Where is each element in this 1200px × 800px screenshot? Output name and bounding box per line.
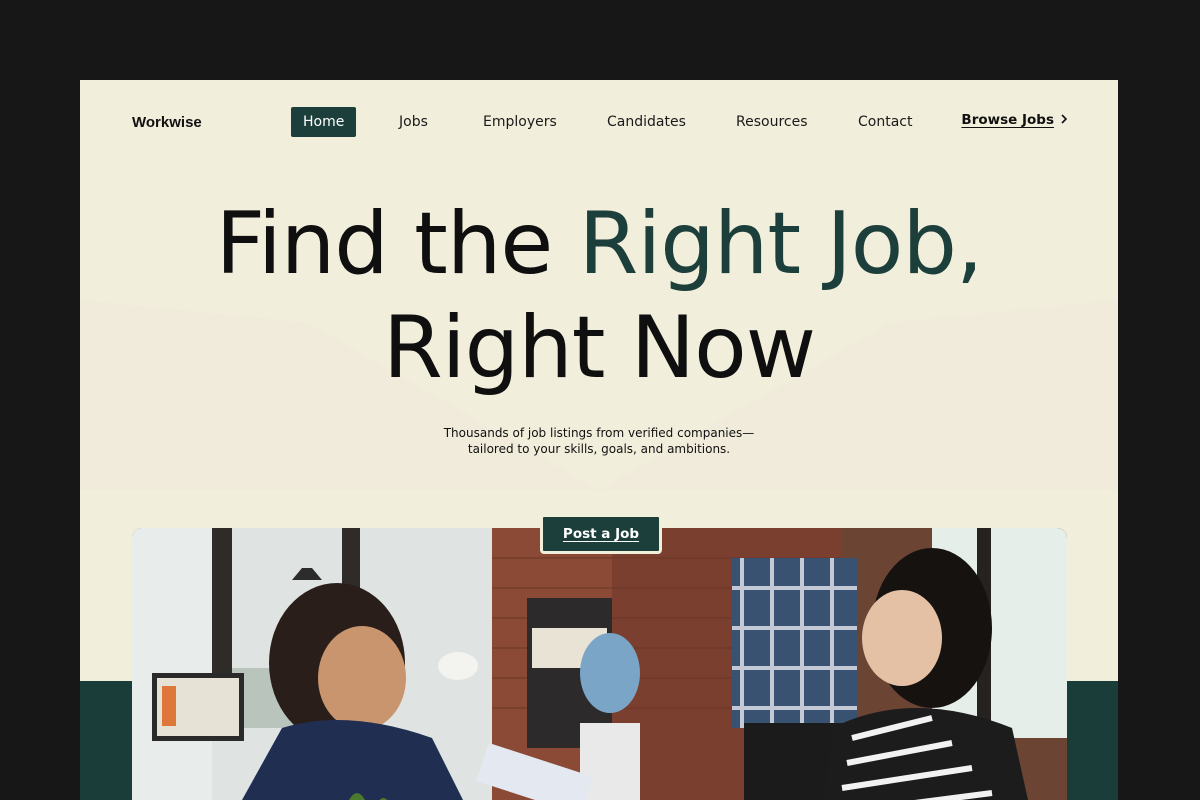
- hero-photo: [132, 528, 1067, 800]
- post-job-button[interactable]: Post a Job: [540, 514, 662, 554]
- chevron-right-icon: [1060, 112, 1068, 128]
- browse-jobs-label: Browse Jobs: [961, 112, 1054, 128]
- headline-line-1: Find the Right Job,: [80, 192, 1118, 296]
- hero-subtext: Thousands of job listings from verified …: [443, 426, 755, 456]
- nav-home[interactable]: Home: [291, 107, 357, 137]
- landing-page: Workwise Home Jobs Employers Candidates …: [80, 80, 1118, 800]
- hero-headline: Find the Right Job, Right Now: [80, 192, 1118, 400]
- nav-jobs[interactable]: Jobs: [387, 107, 440, 137]
- nav-resources[interactable]: Resources: [724, 107, 820, 137]
- brand-logo[interactable]: Workwise: [132, 114, 202, 131]
- browse-jobs-link[interactable]: Browse Jobs: [961, 112, 1068, 128]
- headline-plain: Find the: [215, 194, 579, 294]
- headline-line-2: Right Now: [382, 298, 816, 398]
- nav-employers[interactable]: Employers: [471, 107, 569, 137]
- top-navigation: Workwise Home Jobs Employers Candidates …: [80, 80, 1118, 166]
- nav-contact[interactable]: Contact: [846, 107, 924, 137]
- office-scene-image: [132, 528, 1067, 800]
- headline-accent: Right Job,: [578, 194, 984, 294]
- nav-candidates[interactable]: Candidates: [595, 107, 698, 137]
